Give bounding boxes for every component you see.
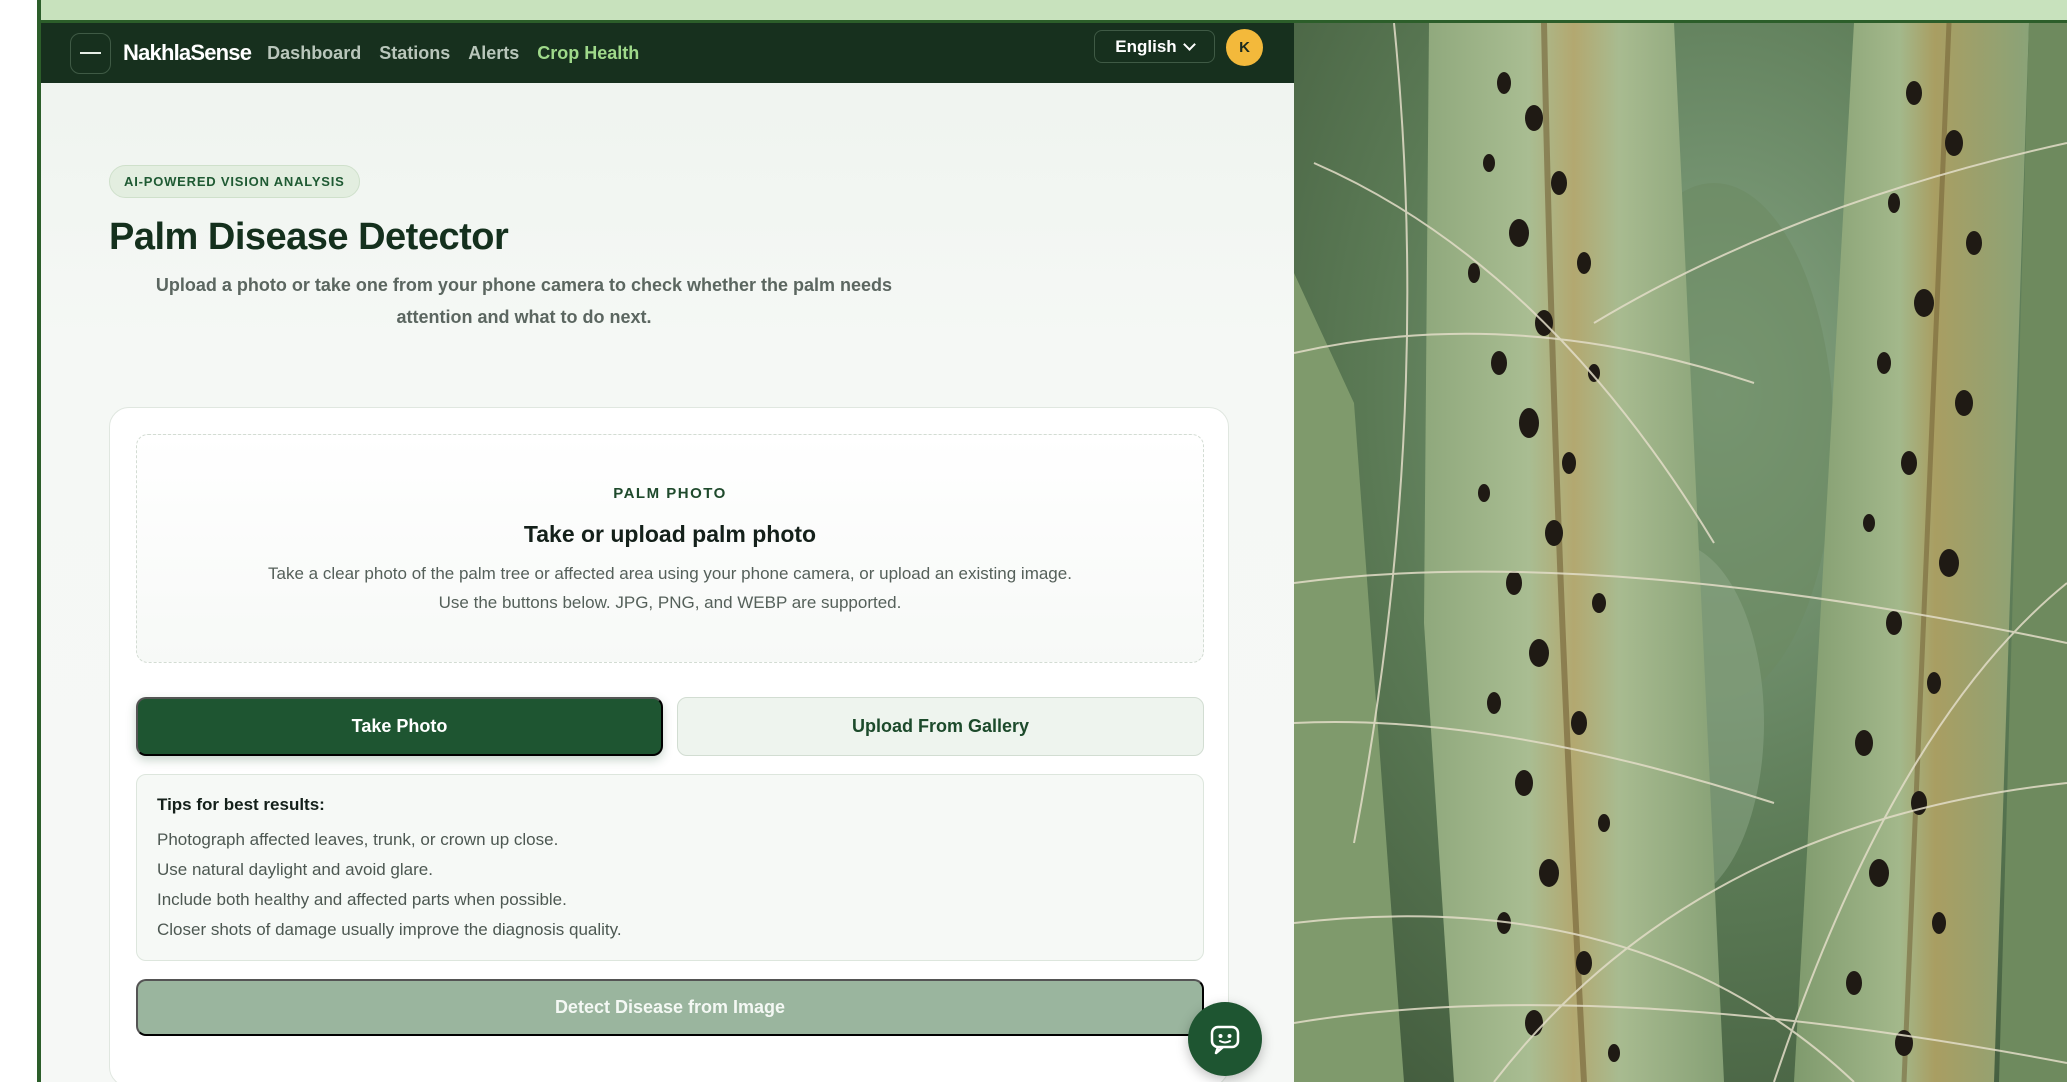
brand-logo[interactable]: NakhlaSense <box>123 40 252 66</box>
detect-disease-button[interactable]: Detect Disease from Image <box>136 979 1204 1036</box>
chatbot-icon <box>1210 1025 1240 1055</box>
take-photo-button[interactable]: Take Photo <box>136 697 663 756</box>
tips-box: Tips for best results: Photograph affect… <box>136 774 1204 961</box>
menu-button[interactable] <box>70 32 111 74</box>
user-avatar[interactable]: K <box>1226 29 1263 66</box>
chatbot-button[interactable] <box>1188 1002 1262 1076</box>
chevron-down-icon <box>1182 37 1196 51</box>
page-subtitle: Upload a photo or take one from your pho… <box>155 275 893 327</box>
tip-item: Include both healthy and affected parts … <box>157 890 567 909</box>
upload-gallery-button[interactable]: Upload From Gallery <box>677 697 1204 756</box>
language-select[interactable]: English <box>1094 30 1215 63</box>
tips-title: Tips for best results: <box>157 795 325 814</box>
dropzone-title: Take or upload palm photo <box>523 521 817 547</box>
dropzone-desc-line-2: Use the buttons below. JPG, PNG, and WEB… <box>438 593 902 612</box>
browser-top-strip <box>39 0 2067 23</box>
palm-leaf-image <box>1294 23 2067 1082</box>
palm-leaf-photo <box>1294 23 2067 1082</box>
nav-link-stations[interactable]: Stations <box>379 43 450 64</box>
dropzone-description: Take a clear photo of the palm tree or a… <box>137 559 1203 617</box>
dropzone-desc-line-1: Take a clear photo of the palm tree or a… <box>268 564 1072 583</box>
dropzone-label: PALM PHOTO <box>613 485 727 502</box>
language-label: English <box>1115 36 1177 56</box>
tip-item: Photograph affected leaves, trunk, or cr… <box>157 830 559 849</box>
nav-link-alerts[interactable]: Alerts <box>468 43 519 64</box>
tip-item: Closer shots of damage usually improve t… <box>157 920 622 939</box>
photo-dropzone[interactable]: PALM PHOTO Take or upload palm photo Tak… <box>136 434 1204 663</box>
detector-card: PALM PHOTO Take or upload palm photo Tak… <box>109 407 1229 1082</box>
app-panel: NakhlaSense Dashboard Stations Alerts Cr… <box>41 23 1294 1082</box>
top-navbar: NakhlaSense Dashboard Stations Alerts Cr… <box>41 23 1294 83</box>
nav-link-dashboard[interactable]: Dashboard <box>267 43 361 64</box>
menu-icon <box>80 52 101 54</box>
ai-badge: AI-POWERED VISION ANALYSIS <box>109 165 360 198</box>
tip-item: Use natural daylight and avoid glare. <box>157 860 433 879</box>
nav-link-crop-health[interactable]: Crop Health <box>537 43 639 64</box>
page-title: Palm Disease Detector <box>109 216 509 258</box>
